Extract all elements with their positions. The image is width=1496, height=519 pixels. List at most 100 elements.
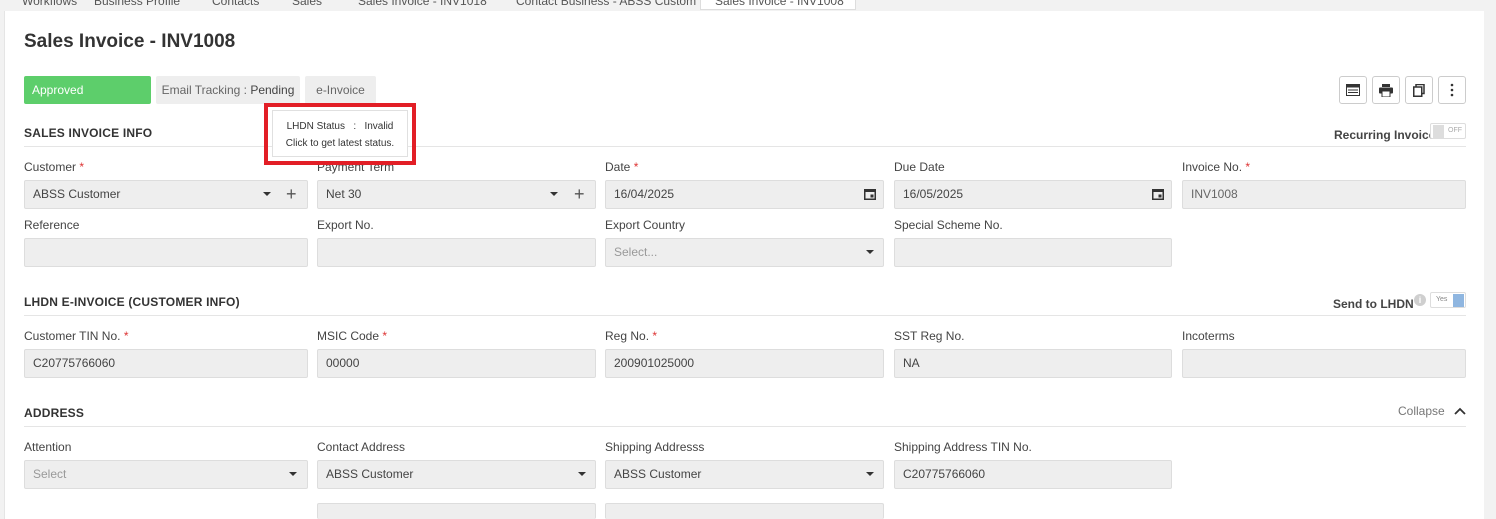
date-label: Date * [605, 160, 639, 174]
incoterms-input[interactable] [1182, 349, 1466, 378]
due-date-label: Due Date [894, 160, 945, 174]
table-view-button[interactable] [1339, 76, 1367, 104]
toggle-text: Yes [1436, 296, 1448, 303]
calendar-icon[interactable] [1152, 188, 1164, 200]
chevron-down-icon [866, 472, 874, 476]
sst-reg-no-label: SST Reg No. [894, 329, 965, 343]
export-country-select[interactable]: Select... [605, 238, 884, 267]
send-to-lhdn-label: Send to LHDN [1333, 297, 1414, 311]
vertical-scrollbar[interactable] [1484, 11, 1496, 519]
chevron-down-icon [866, 250, 874, 254]
more-options-button[interactable] [1438, 76, 1466, 104]
sst-reg-no-input[interactable]: NA [894, 349, 1172, 378]
tab-sales[interactable]: Sales [288, 0, 326, 10]
export-country-label: Export Country [605, 218, 686, 232]
copy-icon [1413, 83, 1425, 97]
more-icon [1450, 83, 1454, 97]
add-customer-icon[interactable]: + [286, 181, 297, 208]
shipping-address-select[interactable]: ABSS Customer [605, 460, 884, 489]
section-lhdn-einvoice: LHDN E-INVOICE (CUSTOMER INFO) [24, 295, 240, 309]
special-scheme-input[interactable] [894, 238, 1172, 267]
tab-sales-invoice-inv1018[interactable]: Sales Invoice - INV1018 [354, 0, 491, 10]
toggle-knob [1433, 125, 1444, 138]
add-payment-term-icon[interactable]: + [574, 181, 585, 208]
chevron-up-icon [1454, 407, 1466, 415]
contact-address-select[interactable]: ABSS Customer [317, 460, 596, 489]
lhdn-status-hint: Click to get latest status. [285, 138, 395, 149]
chevron-down-icon [263, 192, 271, 196]
toggle-knob [1453, 294, 1464, 307]
info-icon[interactable]: i [1414, 294, 1426, 306]
page-title: Sales Invoice - INV1008 [24, 31, 236, 52]
toggle-text: OFF [1448, 127, 1462, 134]
msic-code-label: MSIC Code * [317, 329, 388, 343]
lhdn-status-label: LHDN Status [286, 121, 345, 132]
customer-tin-label: Customer TIN No. * [24, 329, 129, 343]
shipping-address-label: Shipping Addresss [605, 440, 705, 454]
shipping-address-tin-label: Shipping Address TIN No. [894, 440, 1032, 454]
approved-status-badge[interactable]: Approved [24, 76, 151, 104]
attention-select[interactable]: Select [24, 460, 308, 489]
lhdn-status-line: LHDN Status : Invalid [273, 121, 407, 132]
tab-workflows[interactable]: Workflows [18, 0, 81, 10]
due-date-input[interactable]: 16/05/2025 [894, 180, 1172, 209]
attention-label: Attention [24, 440, 72, 454]
table-icon [1346, 84, 1360, 96]
shipping-address-tin-input[interactable]: C20775766060 [894, 460, 1172, 489]
contact-address-label: Contact Address [317, 440, 406, 454]
divider [24, 146, 1466, 147]
date-input[interactable]: 16/04/2025 [605, 180, 884, 209]
email-tracking-label: Email Tracking : [161, 83, 251, 97]
tab-contact-business[interactable]: Contact Business - ABSS Custom [512, 0, 700, 10]
reference-input[interactable] [24, 238, 308, 267]
customer-tin-input[interactable]: C20775766060 [24, 349, 308, 378]
tab-business-profile[interactable]: Business Profile [90, 0, 184, 10]
export-no-label: Export No. [317, 218, 374, 232]
calendar-icon[interactable] [864, 188, 876, 200]
msic-code-input[interactable]: 00000 [317, 349, 596, 378]
attention-placeholder: Select [33, 467, 67, 481]
lhdn-status-separator: : [353, 121, 357, 132]
copy-button[interactable] [1405, 76, 1433, 104]
send-to-lhdn-toggle[interactable]: Yes [1430, 292, 1466, 308]
payment-term-value: Net 30 [326, 187, 362, 201]
customer-label: Customer * [24, 160, 85, 174]
recurring-invoice-toggle[interactable]: OFF [1430, 123, 1466, 139]
payment-term-label: Payment Term [317, 160, 395, 174]
lhdn-status-value: Invalid [364, 121, 394, 132]
tab-sales-invoice-inv1008[interactable]: Sales Invoice - INV1008 [700, 0, 856, 10]
top-tab-strip: Workflows Business Profile Contacts Sale… [0, 0, 1496, 11]
email-tracking-button[interactable]: Email Tracking : Pending [156, 76, 300, 104]
export-country-placeholder: Select... [614, 245, 658, 259]
print-icon [1379, 83, 1393, 97]
date-value: 16/04/2025 [614, 187, 675, 201]
chevron-down-icon [289, 472, 297, 476]
tab-contacts[interactable]: Contacts [208, 0, 263, 10]
due-date-value: 16/05/2025 [903, 187, 964, 201]
einvoice-button[interactable]: e-Invoice [305, 76, 376, 104]
email-tracking-value: Pending [250, 83, 295, 97]
section-address: ADDRESS [24, 406, 85, 420]
shipping-address-value: ABSS Customer [614, 467, 702, 481]
divider [24, 426, 1466, 427]
divider [24, 315, 1466, 316]
customer-value: ABSS Customer [33, 187, 121, 201]
invoice-no-input[interactable]: INV1008 [1182, 180, 1466, 209]
special-scheme-label: Special Scheme No. [894, 218, 1003, 232]
lhdn-status-tooltip[interactable]: LHDN Status : Invalid Click to get lates… [272, 110, 408, 157]
payment-term-select[interactable]: Net 30 + [317, 180, 596, 209]
recurring-invoice-label: Recurring Invoice [1334, 128, 1436, 142]
collapse-toggle[interactable]: Collapse [1398, 404, 1466, 418]
invoice-no-label: Invoice No. * [1182, 160, 1251, 174]
reg-no-input[interactable]: 200901025000 [605, 349, 884, 378]
chevron-down-icon [550, 192, 558, 196]
collapse-label: Collapse [1398, 404, 1445, 418]
print-button[interactable] [1372, 76, 1400, 104]
chevron-down-icon [578, 472, 586, 476]
shipping-address-line-input[interactable] [605, 503, 884, 519]
export-no-input[interactable] [317, 238, 596, 267]
address-line-input[interactable] [317, 503, 596, 519]
customer-select[interactable]: ABSS Customer + [24, 180, 308, 209]
incoterms-label: Incoterms [1182, 329, 1235, 343]
contact-address-value: ABSS Customer [326, 467, 414, 481]
